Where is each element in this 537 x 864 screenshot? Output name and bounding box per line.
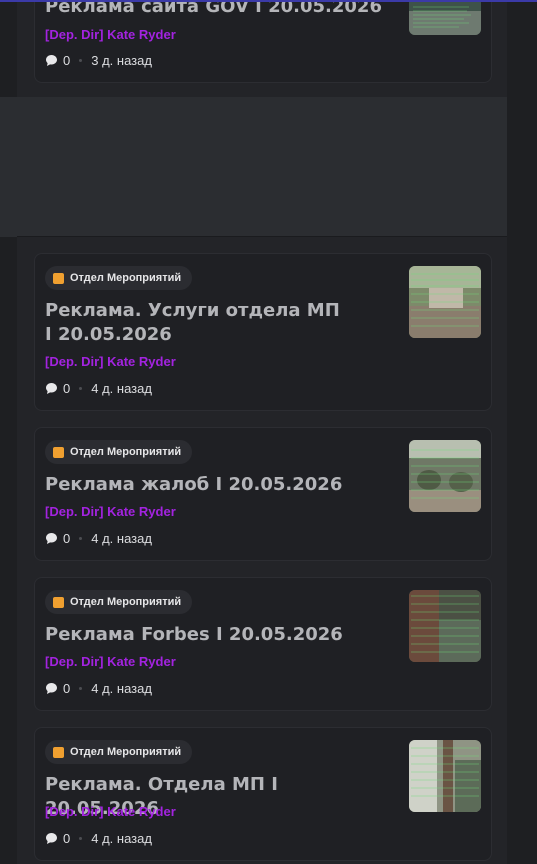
separator-dot xyxy=(79,837,83,840)
comment-count: 0 xyxy=(63,53,71,68)
post-card[interactable]: Отдел Мероприятий Реклама жалоб I 20.05.… xyxy=(34,427,492,561)
post-author[interactable]: [Dep. Dir] Kate Ryder xyxy=(45,354,176,369)
category-tag-label: Отдел Мероприятий xyxy=(70,596,182,608)
comment-icon xyxy=(46,833,57,844)
category-tag[interactable]: Отдел Мероприятий xyxy=(45,266,193,290)
post-author[interactable]: [Dep. Dir] Kate Ryder xyxy=(45,27,176,42)
comment-icon xyxy=(46,55,57,66)
comment-count: 0 xyxy=(63,531,71,546)
category-tag[interactable]: Отдел Мероприятий xyxy=(45,440,193,464)
divider xyxy=(17,236,507,237)
post-time: 4 д. назад xyxy=(91,831,152,846)
comment-icon xyxy=(46,383,57,394)
post-meta: 0 4 д. назад xyxy=(45,831,152,846)
post-title[interactable]: Реклама сайта GOV I 20.05.2026 xyxy=(45,0,385,19)
post-time: 3 д. назад xyxy=(91,53,152,68)
post-author[interactable]: [Dep. Dir] Kate Ryder xyxy=(45,804,176,819)
category-tag-label: Отдел Мероприятий xyxy=(70,272,182,284)
post-card[interactable]: Отдел Мероприятий Реклама. Отдела МП I 2… xyxy=(34,727,492,861)
top-accent-line xyxy=(0,0,537,2)
category-tag-label: Отдел Мероприятий xyxy=(70,746,182,758)
post-meta: 0 3 д. назад xyxy=(45,53,152,68)
post-author[interactable]: [Dep. Dir] Kate Ryder xyxy=(45,504,176,519)
post-card[interactable]: Отдел Мероприятий Реклама Forbes I 20.05… xyxy=(34,577,492,711)
separator-dot xyxy=(79,387,83,390)
separator-dot xyxy=(79,59,83,62)
square-tag-icon xyxy=(53,446,64,458)
comment-count: 0 xyxy=(63,381,71,396)
post-time: 4 д. назад xyxy=(91,681,152,696)
comment-count: 0 xyxy=(63,681,71,696)
content-gap-overlay xyxy=(0,97,507,237)
post-thumbnail[interactable] xyxy=(409,0,481,35)
post-thumbnail[interactable] xyxy=(409,266,481,338)
post-meta: 0 4 д. назад xyxy=(45,681,152,696)
post-thumbnail[interactable] xyxy=(409,740,481,812)
post-meta: 0 4 д. назад xyxy=(45,381,152,396)
category-tag[interactable]: Отдел Мероприятий xyxy=(45,590,193,614)
post-author[interactable]: [Dep. Dir] Kate Ryder xyxy=(45,654,176,669)
post-title[interactable]: Реклама Forbes I 20.05.2026 xyxy=(45,623,385,647)
category-tag[interactable]: Отдел Мероприятий xyxy=(45,740,193,764)
square-tag-icon xyxy=(53,596,64,608)
post-thumbnail[interactable] xyxy=(409,440,481,512)
post-time: 4 д. назад xyxy=(91,381,152,396)
separator-dot xyxy=(79,687,83,690)
post-card[interactable]: Реклама сайта GOV I 20.05.2026 [Dep. Dir… xyxy=(34,0,492,83)
square-tag-icon xyxy=(53,272,64,284)
separator-dot xyxy=(79,537,83,540)
comment-icon xyxy=(46,533,57,544)
post-card[interactable]: Отдел Мероприятий Реклама. Услуги отдела… xyxy=(34,253,492,411)
post-time: 4 д. назад xyxy=(91,531,152,546)
category-tag-label: Отдел Мероприятий xyxy=(70,446,182,458)
post-title[interactable]: Реклама. Услуги отдела МП I 20.05.2026 xyxy=(45,299,345,347)
comment-icon xyxy=(46,683,57,694)
post-title[interactable]: Реклама жалоб I 20.05.2026 xyxy=(45,473,385,497)
comment-count: 0 xyxy=(63,831,71,846)
square-tag-icon xyxy=(53,746,64,758)
post-meta: 0 4 д. назад xyxy=(45,531,152,546)
post-thumbnail[interactable] xyxy=(409,590,481,662)
